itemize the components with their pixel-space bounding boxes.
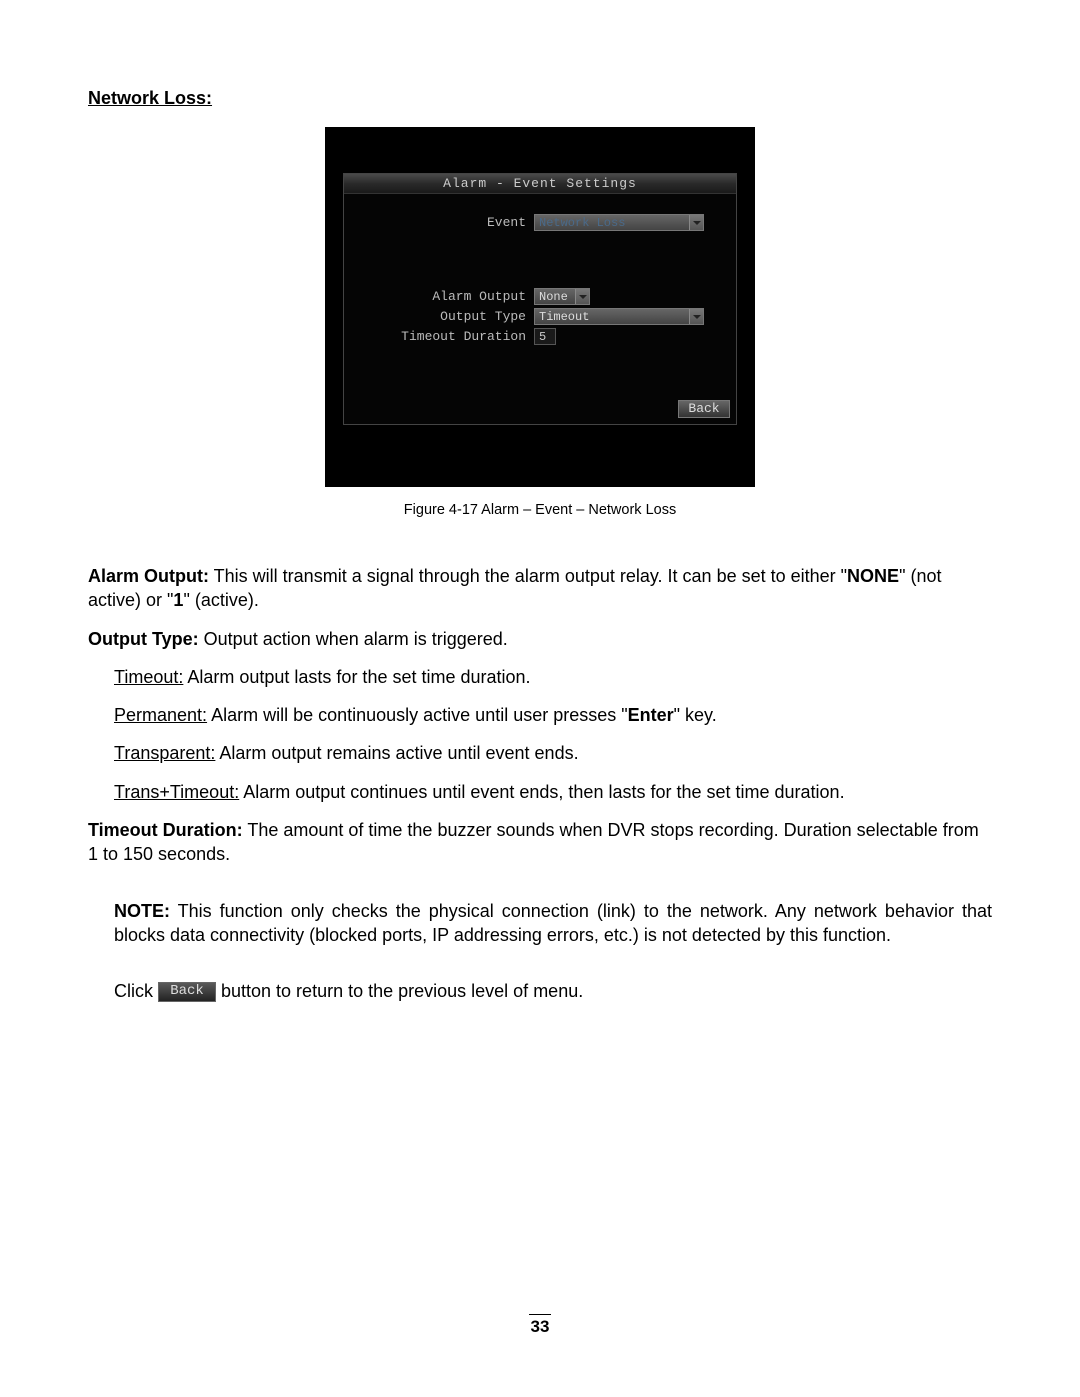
figure-caption: Figure 4-17 Alarm – Event – Network Loss [88,502,992,518]
output-type-select[interactable]: Timeout [534,308,704,325]
event-row: Event Network Loss [344,214,704,231]
dvr-panel: Alarm - Event Settings Event Network Los… [343,173,737,425]
timeout-duration-paragraph: Timeout Duration: The amount of time the… [88,818,992,867]
dvr-titlebar: Alarm - Event Settings [344,174,736,194]
permanent-paragraph: Permanent: Alarm will be continuously ac… [88,703,992,727]
dvr-body: Event Network Loss Alarm Output None [344,194,736,424]
alarm-output-label: Alarm Output [344,289,534,304]
note-term: NOTE: [114,901,170,921]
trans-timeout-term: Trans+Timeout: [114,782,239,802]
timeout-duration-term: Timeout Duration: [88,820,243,840]
output-type-value: Timeout [535,310,689,324]
text: Alarm output remains active until event … [215,743,578,763]
text: button to return to the previous level o… [216,981,583,1001]
transparent-term: Transparent: [114,743,215,763]
dvr-title-text: Alarm - Event Settings [443,176,637,191]
text: Alarm output lasts for the set time dura… [183,667,530,687]
section-title: Network Loss: [88,88,992,109]
none-literal: NONE [847,566,899,586]
dvr-screenshot: Alarm - Event Settings Event Network Los… [325,127,755,487]
chevron-down-icon[interactable] [575,289,589,304]
timeout-duration-value: 5 [539,330,546,344]
output-type-label: Output Type [344,309,534,324]
event-label: Event [344,215,534,230]
text: Click [114,981,158,1001]
back-button[interactable]: Back [678,400,730,418]
alarm-output-term: Alarm Output: [88,566,209,586]
note-paragraph: NOTE: This function only checks the phys… [88,899,992,948]
alarm-output-select[interactable]: None [534,288,590,305]
output-type-paragraph: Output Type: Output action when alarm is… [88,627,992,651]
timeout-term: Timeout: [114,667,183,687]
text: " (active). [183,590,258,610]
text: Alarm will be continuously active until … [207,705,628,725]
inline-back-button-icon: Back [158,982,216,1002]
permanent-term: Permanent: [114,705,207,725]
output-type-term: Output Type: [88,629,199,649]
event-select[interactable]: Network Loss [534,214,704,231]
figure-container: Alarm - Event Settings Event Network Los… [88,127,992,518]
timeout-duration-row: Timeout Duration 5 [344,328,556,345]
text: This will transmit a signal through the … [209,566,847,586]
timeout-paragraph: Timeout: Alarm output lasts for the set … [88,665,992,689]
enter-literal: Enter [628,705,674,725]
page-number: 33 [0,1314,1080,1337]
alarm-output-paragraph: Alarm Output: This will transmit a signa… [88,564,992,613]
chevron-down-icon[interactable] [689,309,703,324]
transparent-paragraph: Transparent: Alarm output remains active… [88,741,992,765]
chevron-down-icon[interactable] [689,215,703,230]
text: Alarm output continues until event ends,… [239,782,844,802]
timeout-duration-input[interactable]: 5 [534,328,556,345]
click-back-paragraph: Click Back button to return to the previ… [88,979,992,1003]
event-value: Network Loss [535,216,689,230]
alarm-output-value: None [535,290,575,304]
text: " key. [674,705,717,725]
trans-timeout-paragraph: Trans+Timeout: Alarm output continues un… [88,780,992,804]
text: Output action when alarm is triggered. [199,629,508,649]
alarm-output-row: Alarm Output None [344,288,590,305]
text: This function only checks the physical c… [114,901,992,945]
one-literal: 1 [173,590,183,610]
timeout-duration-label: Timeout Duration [344,329,534,344]
output-type-row: Output Type Timeout [344,308,704,325]
